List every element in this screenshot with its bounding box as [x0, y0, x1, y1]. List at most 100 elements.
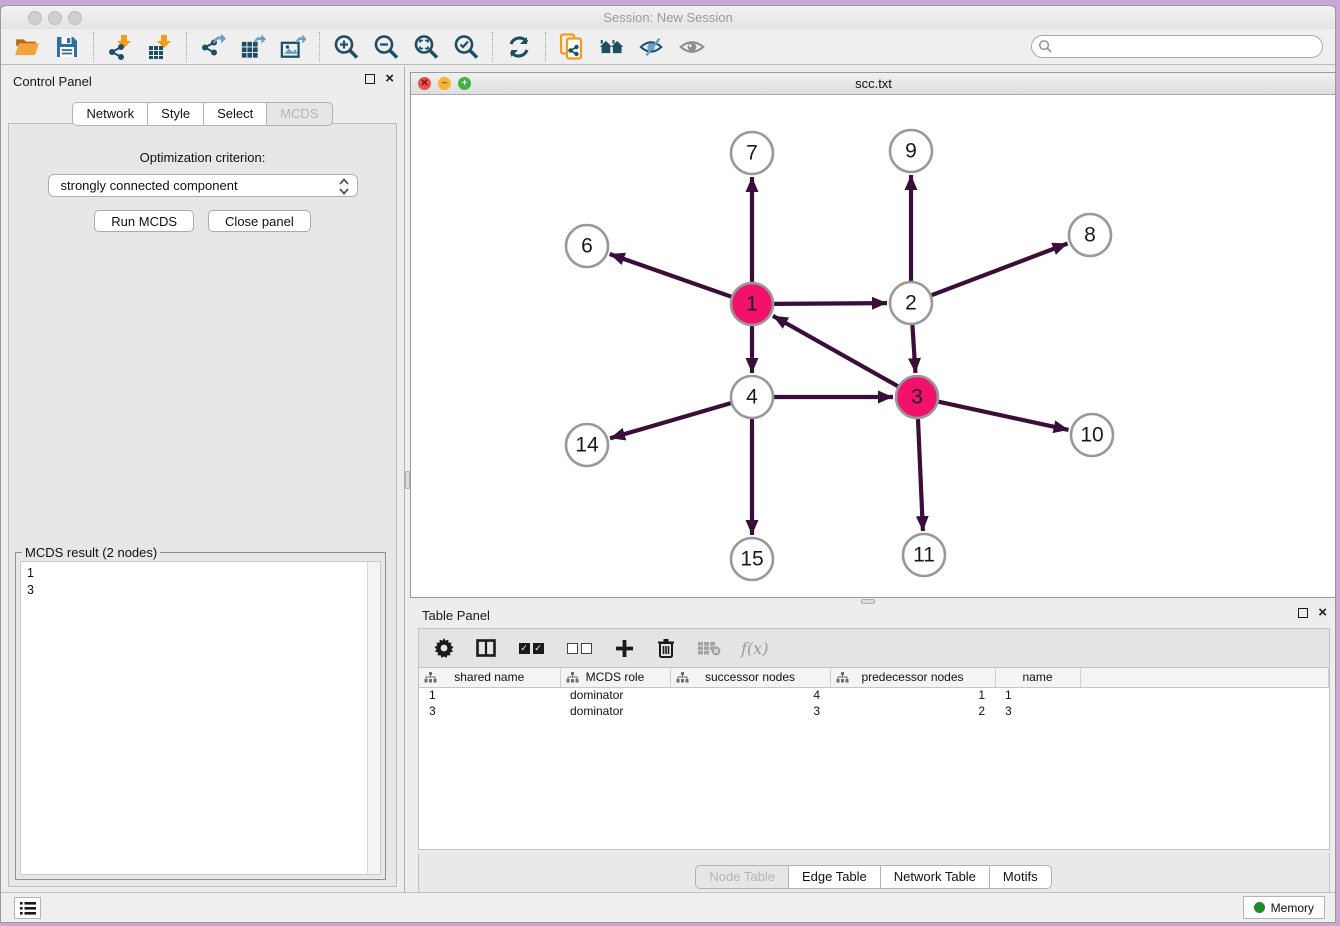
tab-mcds[interactable]: MCDS	[267, 102, 332, 126]
tab-network-table[interactable]: Network Table	[881, 865, 990, 889]
node-table[interactable]: shared nameMCDS rolesuccessor nodesprede…	[418, 668, 1330, 850]
run-mcds-button[interactable]: Run MCDS	[94, 210, 194, 232]
import-network-button[interactable]	[107, 34, 133, 60]
table-panel-header: Table Panel ×	[410, 602, 1336, 628]
zoom-in-button[interactable]	[333, 34, 359, 60]
unchecked-box-icon	[581, 643, 592, 654]
edge-2-8[interactable]	[932, 244, 1068, 296]
add-column-button[interactable]	[613, 636, 635, 660]
node-label-10: 10	[1080, 424, 1103, 447]
delete-table-button[interactable]	[697, 636, 721, 660]
network-canvas[interactable]: 7968124314101511	[411, 95, 1336, 597]
edge-2-3[interactable]	[912, 325, 915, 373]
refresh-button[interactable]	[506, 34, 532, 60]
zoom-fit-icon	[413, 33, 439, 60]
table-panel: Table Panel × ✓✓	[410, 602, 1336, 900]
table-delete-icon	[697, 640, 721, 656]
tab-select[interactable]: Select	[204, 102, 267, 126]
edge-1-6[interactable]	[610, 254, 732, 297]
node-label-11: 11	[913, 544, 935, 567]
control-panel: Control Panel × NetworkStyleSelectMCDS O…	[1, 66, 404, 900]
table-toolbar: ✓✓ f(x)	[418, 628, 1330, 668]
table-panel-close-icon[interactable]: ×	[1318, 608, 1327, 618]
toggle-panes-button[interactable]	[475, 636, 497, 660]
checked-box-icon: ✓	[519, 643, 530, 654]
task-history-button[interactable]	[14, 897, 41, 919]
network-title: scc.txt	[411, 76, 1336, 91]
import-table-button[interactable]	[147, 34, 173, 60]
mcds-result-text[interactable]: 13	[20, 561, 381, 875]
tab-motifs[interactable]: Motifs	[990, 865, 1052, 889]
zoom-selected-button[interactable]	[453, 34, 479, 60]
export-image-button[interactable]	[280, 34, 306, 60]
close-panel-button[interactable]: Close panel	[208, 210, 311, 232]
network-graph[interactable]: 7968124314101511	[411, 95, 1336, 597]
table-panel-float-icon[interactable]	[1298, 608, 1308, 618]
zoom-selected-icon	[453, 33, 479, 60]
list-icon	[20, 902, 36, 915]
column-header[interactable]: MCDS role	[560, 668, 670, 687]
node-label-6: 6	[581, 235, 593, 258]
trash-icon	[657, 638, 675, 658]
plus-icon	[615, 639, 634, 658]
deselect-all-button[interactable]	[565, 636, 593, 660]
result-line: 1	[27, 565, 380, 582]
memory-label: Memory	[1271, 901, 1314, 915]
memory-button[interactable]: Memory	[1243, 896, 1325, 919]
export-image-icon	[280, 33, 306, 60]
control-panel-header: Control Panel ×	[1, 66, 404, 96]
control-panel-title: Control Panel	[13, 74, 92, 89]
function-builder-button[interactable]: f(x)	[741, 636, 768, 660]
duplicate-network-button[interactable]	[559, 34, 585, 60]
edge-3-11[interactable]	[918, 419, 923, 531]
export-table-button[interactable]	[240, 34, 266, 60]
column-header[interactable]: name	[995, 668, 1080, 687]
edge-4-14[interactable]	[610, 403, 731, 438]
show-graphics-button[interactable]	[679, 34, 705, 60]
edge-3-10[interactable]	[938, 402, 1068, 430]
import-table-icon	[147, 34, 173, 60]
control-panel-float-icon[interactable]	[365, 74, 375, 84]
unchecked-box-icon	[567, 643, 578, 654]
control-panel-close-icon[interactable]: ×	[385, 74, 394, 84]
edge-3-1[interactable]	[773, 316, 898, 386]
criterion-dropdown[interactable]: strongly connected component	[48, 174, 358, 197]
save-session-button[interactable]	[54, 34, 80, 60]
criterion-value: strongly connected component	[61, 178, 238, 193]
hide-graphics-button[interactable]	[639, 34, 665, 60]
duplicate-network-icon	[559, 32, 585, 61]
optimization-criterion-label: Optimization criterion:	[9, 150, 396, 165]
network-titlebar[interactable]: ✕ − + scc.txt	[411, 73, 1336, 95]
node-label-3: 3	[911, 386, 923, 409]
tab-style[interactable]: Style	[148, 102, 204, 126]
zoom-out-button[interactable]	[373, 34, 399, 60]
houses-icon	[599, 35, 625, 59]
open-session-button[interactable]	[14, 34, 40, 60]
edge-1-2[interactable]	[774, 303, 887, 304]
main-toolbar	[1, 29, 1335, 65]
column-header[interactable]: shared name	[419, 668, 560, 687]
mcds-result-title: MCDS result (2 nodes)	[22, 545, 160, 560]
eye-icon	[679, 35, 705, 59]
zoom-fit-button[interactable]	[413, 34, 439, 60]
tab-node-table[interactable]: Node Table	[695, 865, 789, 889]
result-scrollbar[interactable]	[367, 562, 380, 874]
table-settings-button[interactable]	[433, 636, 455, 660]
eye-slash-icon	[639, 35, 665, 59]
table-row[interactable]: 1dominator411	[419, 687, 1329, 703]
search-input[interactable]	[1031, 35, 1323, 58]
home-networks-button[interactable]	[599, 34, 625, 60]
node-label-2: 2	[905, 292, 917, 315]
export-network-button[interactable]	[200, 34, 226, 60]
mcds-result-group: MCDS result (2 nodes) 13	[15, 552, 386, 880]
tab-edge-table[interactable]: Edge Table	[789, 865, 881, 889]
checked-box-icon: ✓	[533, 643, 544, 654]
table-row[interactable]: 3dominator323	[419, 703, 1329, 719]
select-all-button[interactable]: ✓✓	[517, 636, 545, 660]
refresh-icon	[506, 34, 532, 60]
column-header[interactable]: predecessor nodes	[830, 668, 995, 687]
column-header[interactable]: successor nodes	[670, 668, 830, 687]
control-panel-tabs: NetworkStyleSelectMCDS	[1, 102, 404, 126]
delete-column-button[interactable]	[655, 636, 677, 660]
tab-network[interactable]: Network	[72, 102, 148, 126]
